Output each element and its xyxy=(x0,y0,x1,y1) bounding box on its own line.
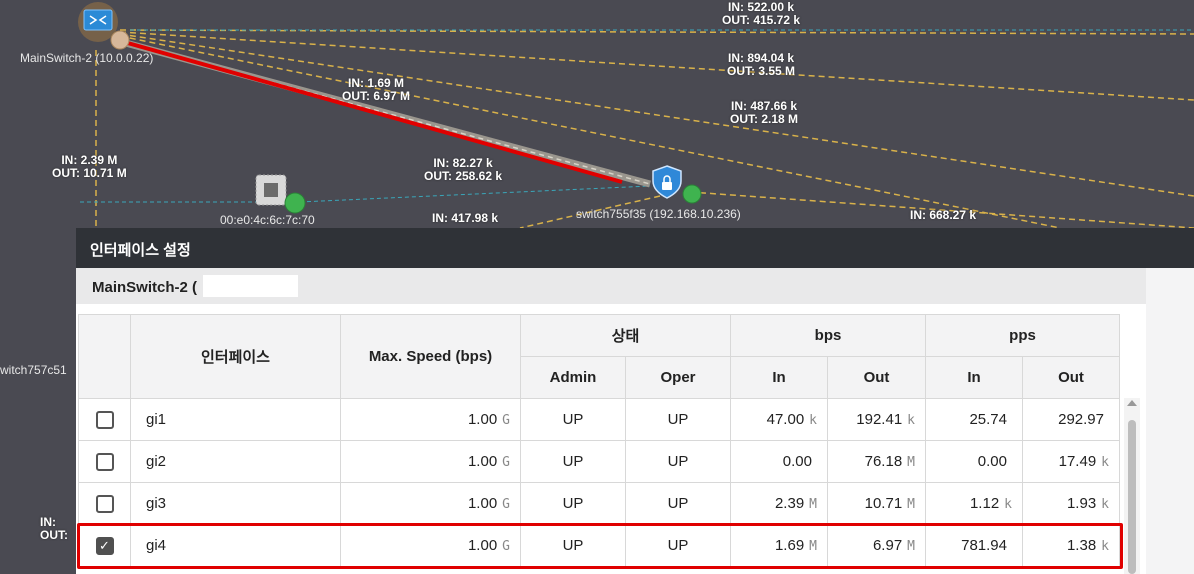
switch757-label: witch757c51 xyxy=(0,363,67,377)
admin-header[interactable]: Admin xyxy=(520,356,626,399)
row-checkbox[interactable] xyxy=(95,410,114,429)
red-annotation-line xyxy=(123,40,623,184)
bps-in-value: 0.00 xyxy=(730,440,828,483)
row-checkbox-cell[interactable] xyxy=(78,440,131,483)
oper-status: UP xyxy=(625,524,731,567)
link-label: IN: 82.27 k OUT: 258.62 k xyxy=(424,156,503,183)
pps-in-value: 0.00 xyxy=(925,440,1023,483)
scroll-up-arrow-icon[interactable] xyxy=(1127,400,1137,406)
admin-status: UP xyxy=(520,524,626,567)
bps-header: bps xyxy=(730,314,926,357)
status-ball-icon xyxy=(682,184,702,204)
dialog-title: 인터페이스 설정 xyxy=(76,228,1194,268)
admin-status: UP xyxy=(520,482,626,525)
pps-header: pps xyxy=(925,314,1120,357)
interface-name: gi1 xyxy=(130,398,341,441)
topology-links xyxy=(80,29,1194,229)
oper-status: UP xyxy=(625,482,731,525)
row-checkbox[interactable] xyxy=(95,494,114,513)
table-row[interactable]: gi3 1.00 G UP UP 2.39 M 10.71 M 1.12 k 1.93 k xyxy=(78,482,1120,525)
select-header xyxy=(78,314,131,399)
device-name: MainSwitch-2 ( xyxy=(92,279,198,296)
admin-status: UP xyxy=(520,440,626,483)
table-row[interactable]: gi1 1.00 G UP UP 47.00 k 192.41 k 25.74 292.97 xyxy=(78,398,1120,441)
mac-node[interactable] xyxy=(255,174,306,214)
link-label: IN: 894.04 k OUT: 3.55 M xyxy=(727,51,796,78)
interface-name: gi2 xyxy=(130,440,341,483)
status-ball-icon xyxy=(284,192,306,214)
pps-in-value: 781.94 xyxy=(925,524,1023,567)
table-row[interactable]: gi2 1.00 G UP UP 0.00 76.18 M 0.00 17.49 k xyxy=(78,440,1120,483)
table-scrollbar[interactable] xyxy=(1124,398,1140,574)
bps-in-header[interactable]: In xyxy=(730,356,828,399)
link-label: IN: 417.98 k xyxy=(432,211,499,225)
row-checkbox-cell[interactable]: ✓ xyxy=(78,524,131,567)
bps-out-value: 10.71 M xyxy=(827,482,926,525)
row-checkbox[interactable]: ✓ xyxy=(95,536,114,555)
interface-header[interactable]: 인터페이스 xyxy=(130,314,341,399)
link-label: IN: 2.39 M OUT: 10.71 M xyxy=(52,153,127,180)
bps-out-value: 192.41 k xyxy=(827,398,926,441)
status-ball-icon xyxy=(110,30,130,50)
oper-header[interactable]: Oper xyxy=(625,356,731,399)
row-checkbox-cell[interactable] xyxy=(78,398,131,441)
bps-out-value: 76.18 M xyxy=(827,440,926,483)
switch755-label: switch755f35 (192.168.10.236) xyxy=(576,207,741,221)
pps-out-value: 292.97 xyxy=(1022,398,1120,441)
interface-name: gi4 xyxy=(130,524,341,567)
scroll-thumb[interactable] xyxy=(1128,420,1136,574)
bps-out-header[interactable]: Out xyxy=(827,356,926,399)
bps-in-value: 1.69 M xyxy=(730,524,828,567)
max-speed-value: 1.00 G xyxy=(340,524,521,567)
bps-in-value: 47.00 k xyxy=(730,398,828,441)
oper-status: UP xyxy=(625,440,731,483)
pps-in-value: 1.12 k xyxy=(925,482,1023,525)
max-speed-value: 1.00 G xyxy=(340,440,521,483)
switch-icon xyxy=(83,9,113,31)
row-checkbox-cell[interactable] xyxy=(78,482,131,525)
link-label: IN: 1.69 M OUT: 6.97 M xyxy=(342,76,411,103)
pps-out-value: 1.38 k xyxy=(1022,524,1120,567)
oper-status: UP xyxy=(625,398,731,441)
pps-in-header[interactable]: In xyxy=(925,356,1023,399)
link-label: IN: 668.27 k xyxy=(910,208,977,222)
mac-node-label: 00:e0:4c:6c:7c:70 xyxy=(220,213,315,227)
interface-name: gi3 xyxy=(130,482,341,525)
pps-in-value: 25.74 xyxy=(925,398,1023,441)
pps-out-value: 1.93 k xyxy=(1022,482,1120,525)
link-label: IN: 487.66 k OUT: 2.18 M xyxy=(730,99,799,126)
main-switch-label: MainSwitch-2 (10.0.0.22) xyxy=(20,51,154,65)
pps-out-header[interactable]: Out xyxy=(1022,356,1120,399)
dialog-side-panel xyxy=(1146,268,1194,574)
table-row[interactable]: ✓ gi4 1.00 G UP UP 1.69 M 6.97 M 781.94 1.38 k xyxy=(78,524,1120,567)
max-speed-header[interactable]: Max. Speed (bps) xyxy=(340,314,521,399)
interface-settings-dialog: 인터페이스 설정 MainSwitch-2 ( 인터페이스 Max. Speed… xyxy=(76,228,1194,574)
link-main-right-1[interactable] xyxy=(119,29,1194,35)
device-name-bar: MainSwitch-2 ( xyxy=(76,268,1146,304)
pps-out-value: 17.49 k xyxy=(1022,440,1120,483)
bps-in-value: 2.39 M xyxy=(730,482,828,525)
link-teal-mac[interactable] xyxy=(299,185,651,203)
bps-out-value: 6.97 M xyxy=(827,524,926,567)
max-speed-value: 1.00 G xyxy=(340,398,521,441)
status-header: 상태 xyxy=(520,314,731,357)
switch755-node[interactable] xyxy=(652,165,702,204)
max-speed-value: 1.00 G xyxy=(340,482,521,525)
link-main-right-2[interactable] xyxy=(119,31,1194,101)
redacted-ip xyxy=(203,275,299,298)
row-checkbox[interactable] xyxy=(95,452,114,471)
main-switch-node[interactable] xyxy=(78,2,130,50)
link-label: IN: 522.00 k OUT: 415.72 k xyxy=(722,0,801,27)
interface-table: 인터페이스 Max. Speed (bps) 상태 bps pps Admin … xyxy=(78,314,1120,567)
link-label: IN: OUT: xyxy=(40,515,68,542)
admin-status: UP xyxy=(520,398,626,441)
